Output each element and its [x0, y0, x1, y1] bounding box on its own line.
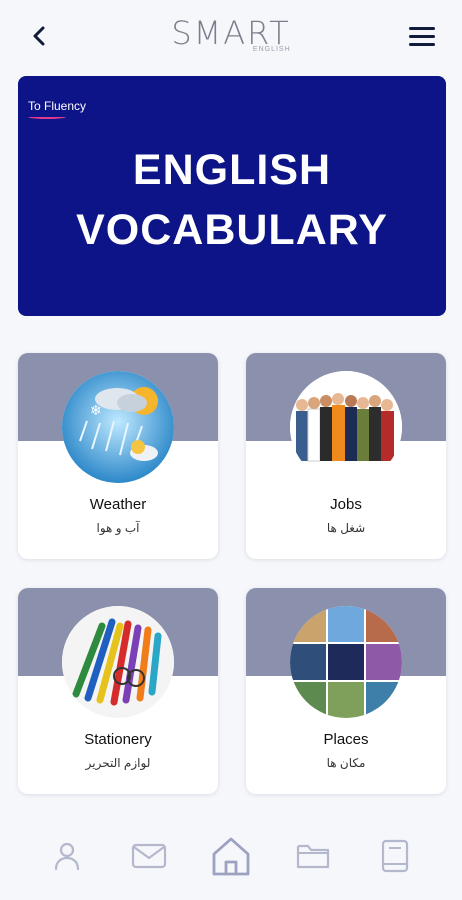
- card-subtitle: لوازم التحریر: [85, 756, 151, 770]
- mail-icon: [131, 843, 167, 869]
- svg-text:❄: ❄: [90, 403, 102, 419]
- hero-banner: To Fluency ENGLISH VOCABULARY: [18, 76, 446, 316]
- nav-folder[interactable]: [289, 832, 337, 880]
- card-title: Weather: [89, 496, 147, 513]
- home-icon: [212, 837, 250, 876]
- category-card-places[interactable]: Places مکان ها: [246, 588, 446, 794]
- places-image: [290, 606, 402, 718]
- nav-profile[interactable]: [43, 832, 91, 880]
- banner-underline: [28, 115, 66, 119]
- nav-messages[interactable]: [125, 832, 173, 880]
- card-subtitle: شغل ها: [326, 521, 366, 535]
- banner-title-line2: VOCABULARY: [76, 206, 388, 254]
- nav-library[interactable]: [371, 832, 419, 880]
- folder-icon: [296, 844, 330, 869]
- logo-text: SMART: [171, 14, 291, 52]
- category-card-weather[interactable]: ❄ Weather آب و هوا: [18, 353, 218, 559]
- card-title: Stationery: [84, 731, 152, 748]
- back-button[interactable]: [20, 16, 60, 56]
- chevron-left-icon: [33, 26, 45, 46]
- header: SMART ENGLISH: [0, 0, 462, 72]
- jobs-image: [290, 371, 402, 483]
- weather-image: ❄: [62, 371, 174, 483]
- nav-home[interactable]: [207, 832, 255, 880]
- app-screen: SMART ENGLISH To Fluency ENGLISH VOCABUL…: [0, 0, 462, 900]
- book-icon: [381, 839, 409, 873]
- card-subtitle: مکان ها: [326, 756, 366, 770]
- banner-title-line1: ENGLISH: [132, 146, 332, 194]
- menu-button[interactable]: [402, 16, 442, 56]
- card-title: Jobs: [330, 496, 362, 513]
- app-logo: SMART ENGLISH: [171, 16, 290, 53]
- banner-tagline: To Fluency: [28, 99, 87, 113]
- stationery-image: [62, 606, 174, 718]
- category-card-stationery[interactable]: Stationery لوازم التحریر: [18, 588, 218, 794]
- banner-title: ENGLISH VOCABULARY: [18, 140, 446, 260]
- bottom-navigation: [0, 812, 462, 900]
- category-card-jobs[interactable]: Jobs شغل ها: [246, 353, 446, 559]
- card-title: Places: [323, 731, 369, 748]
- user-icon: [54, 842, 80, 871]
- card-subtitle: آب و هوا: [96, 521, 140, 535]
- hamburger-menu-icon: [409, 27, 435, 46]
